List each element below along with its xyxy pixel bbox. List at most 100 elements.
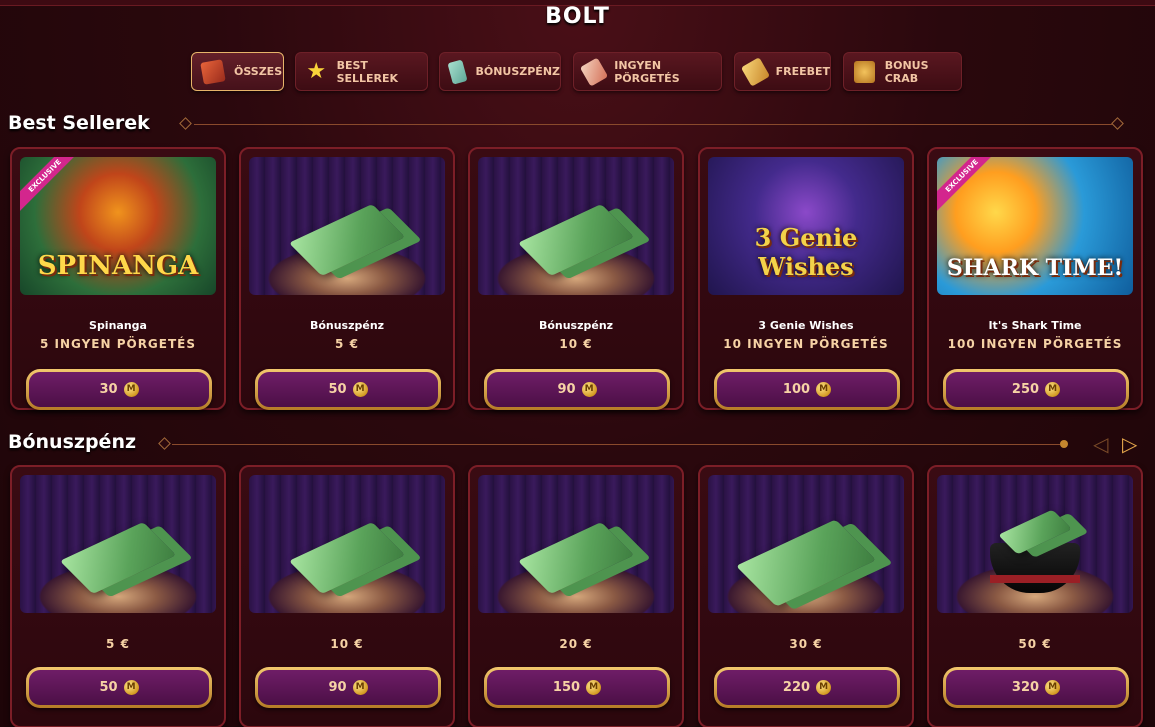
buy-button[interactable]: 50 M [255,369,441,410]
buy-button[interactable]: 90 M [484,369,670,410]
tab-label: BEST SELLEREK [336,58,399,85]
game-thumbnail: EXCLUSIVE SHARK TIME! [937,157,1133,295]
next-arrow-icon[interactable]: ▷ [1122,432,1137,456]
money-icon [447,58,469,85]
tab-label: ÖSSZES [234,65,283,78]
buy-button[interactable]: 250 M [943,369,1129,410]
tab-label: BONUS CRAB [884,58,929,85]
game-thumbnail: 3 Genie Wishes [708,157,904,295]
cash-stack-icon [517,203,635,276]
tab-best-sellerek[interactable]: ★ BEST SELLEREK [295,52,428,91]
cash-stack-icon [288,203,406,276]
section-header-bonus: Bónuszpénz [8,430,136,454]
buy-button[interactable]: 90 M [255,667,441,708]
product-detail: 20 € [559,637,593,651]
tab-ingyen-porgetes[interactable]: INGYEN PÖRGETÉS [573,52,722,91]
product-card[interactable]: 50 € 320 M [927,465,1143,727]
coin-icon: M [581,382,597,397]
product-detail: 100 INGYEN PÖRGETÉS [947,337,1123,351]
product-name: Bónuszpénz [538,319,614,332]
cash-stack-icon [59,521,177,594]
product-card[interactable]: 30 € 220 M [698,465,914,727]
price: 320 [1011,680,1040,695]
crab-icon [854,60,875,83]
product-card[interactable]: 10 € 90 M [239,465,455,727]
coin-icon: M [586,680,602,695]
section-title: Bónuszpénz [8,431,137,453]
product-detail: 5 € [106,637,130,651]
product-name: 3 Genie Wishes [758,319,854,332]
coin-icon: M [352,680,368,695]
buy-button[interactable]: 50 M [26,667,212,708]
divider-dot [1060,440,1068,448]
tab-bonus-crab[interactable]: BONUS CRAB [843,52,962,91]
price: 50 [328,382,347,397]
tab-label: INGYEN PÖRGETÉS [614,58,680,85]
product-name: Bónuszpénz [309,319,385,332]
section-header-bestsellers: Best Sellerek [8,111,150,135]
coin-icon: M [1045,680,1061,695]
tab-osszes[interactable]: ÖSSZES [191,52,284,91]
coin-icon: M [123,680,139,695]
product-detail: 10 € [330,637,364,651]
game-logo: SPINANGA [37,251,199,281]
game-thumbnail: EXCLUSIVE SPINANGA [20,157,216,295]
product-detail: 10 INGYEN PÖRGETÉS [723,337,889,351]
cash-stage-image [708,475,904,613]
game-logo: SHARK TIME! [946,255,1124,281]
top-hat-icon [990,543,1080,593]
gold-bar-icon [740,56,770,87]
section-divider [194,124,1112,125]
coin-icon: M [352,382,368,397]
divider-ornament [1111,117,1124,130]
price: 100 [782,382,811,397]
divider-ornament [179,117,192,130]
price: 90 [557,382,576,397]
magic-hat-image [937,475,1133,613]
product-detail: 5 € [335,337,359,351]
product-card[interactable]: Bónuszpénz 5 € 50 M [239,147,455,410]
cash-stage-image [478,475,674,613]
price: 220 [782,680,811,695]
product-detail: 10 € [559,337,593,351]
book-icon [200,58,226,85]
cash-stage-image [249,157,445,295]
buy-button[interactable]: 220 M [714,667,900,708]
exclusive-badge: EXCLUSIVE [20,157,82,213]
buy-button[interactable]: 320 M [943,667,1129,708]
price: 30 [99,382,118,397]
product-card[interactable]: EXCLUSIVE SHARK TIME! It's Shark Time 10… [927,147,1143,410]
tab-freebet[interactable]: FREEBET [734,52,831,91]
buy-button[interactable]: 30 M [26,369,212,410]
product-detail: 50 € [1018,637,1052,651]
coin-icon: M [123,382,139,397]
price: 150 [552,680,581,695]
buy-button[interactable]: 100 M [714,369,900,410]
price: 90 [328,680,347,695]
product-card[interactable]: Bónuszpénz 10 € 90 M [468,147,684,410]
exclusive-badge: EXCLUSIVE [937,157,999,213]
price: 250 [1011,382,1040,397]
tab-label: BÓNUSZPÉNZ [475,65,560,78]
product-card[interactable]: 3 Genie Wishes 3 Genie Wishes 10 INGYEN … [698,147,914,410]
cash-stack-icon [517,521,635,594]
product-card[interactable]: EXCLUSIVE SPINANGA Spinanga 5 INGYEN PÖR… [10,147,226,410]
cash-stage-image [478,157,674,295]
cash-stack-icon [735,519,877,607]
section-title: Best Sellerek [8,112,150,134]
buy-button[interactable]: 150 M [484,667,670,708]
ticket-icon [579,56,609,87]
product-card[interactable]: 20 € 150 M [468,465,684,727]
cash-stage-image [249,475,445,613]
prev-arrow-icon[interactable]: ◁ [1093,432,1108,456]
tab-bonuszpenz[interactable]: BÓNUSZPÉNZ [439,52,561,91]
coin-icon: M [816,382,832,397]
product-name: It's Shark Time [988,319,1082,332]
game-logo: 3 Genie Wishes [754,223,858,281]
cash-stage-image [20,475,216,613]
coin-icon: M [1045,382,1061,397]
tab-label: FREEBET [775,65,830,78]
divider-ornament [158,437,171,450]
product-card[interactable]: 5 € 50 M [10,465,226,727]
star-icon: ★ [306,58,327,84]
